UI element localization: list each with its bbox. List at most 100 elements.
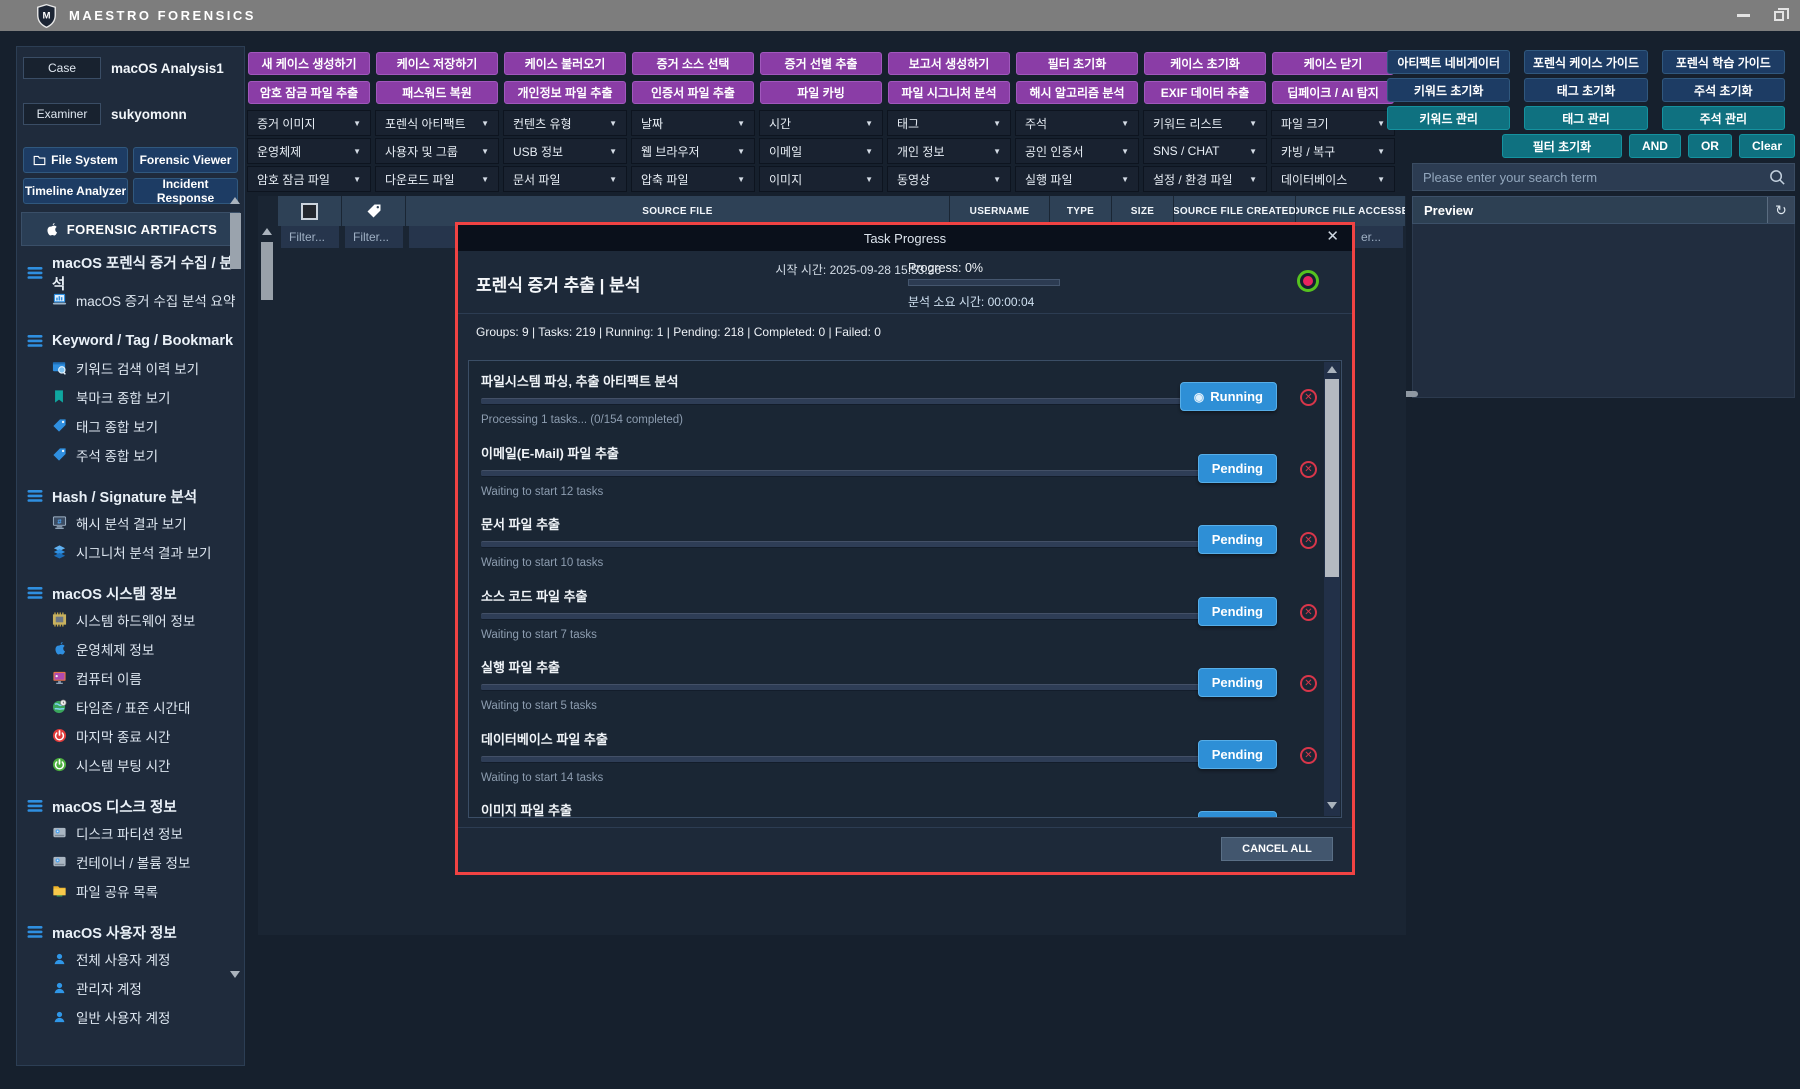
action-button[interactable]: 파일 시그니처 분석 <box>888 81 1010 104</box>
tree-item[interactable]: # 해시 분석 결과 보기 <box>27 508 244 537</box>
cancel-task-icon[interactable]: ✕ <box>1300 604 1317 621</box>
manage-button[interactable]: 키워드 관리 <box>1387 106 1510 130</box>
action-button[interactable]: 새 케이스 생성하기 <box>248 52 370 75</box>
action-button[interactable]: 케이스 닫기 <box>1272 52 1394 75</box>
filter-dropdown[interactable]: 사용자 및 그룹▼ <box>375 138 499 164</box>
tree-item[interactable]: 관리자 계정 <box>27 973 244 1002</box>
forensic-artifacts-header[interactable]: FORENSIC ARTIFACTS <box>21 212 240 246</box>
tree-item[interactable]: 시스템 하드웨어 정보 <box>27 605 244 634</box>
filter-dropdown[interactable]: USB 정보▼ <box>503 138 627 164</box>
guide-button[interactable]: 포렌식 케이스 가이드 <box>1524 50 1647 74</box>
tree-section-header[interactable]: macOS 시스템 정보 <box>27 581 244 605</box>
scroll-down-icon[interactable] <box>230 971 240 978</box>
minimize-icon[interactable] <box>1737 14 1750 17</box>
action-button[interactable]: 증거 선별 추출 <box>760 52 882 75</box>
filter-dropdown[interactable]: 파일 크기▼ <box>1271 110 1395 136</box>
task-list-scrollbar[interactable] <box>1324 362 1340 816</box>
action-button[interactable]: 패스워드 복원 <box>376 81 498 104</box>
tree-item[interactable]: 일반 사용자 계정 <box>27 1002 244 1031</box>
action-button[interactable]: 케이스 불러오기 <box>504 52 626 75</box>
tree-item[interactable]: 전체 사용자 계정 <box>27 944 244 973</box>
tree-item[interactable]: 타임존 / 표준 시간대 <box>27 692 244 721</box>
column-filter-input[interactable]: Filter... <box>281 226 339 248</box>
task-status-button[interactable]: Pending <box>1198 597 1277 626</box>
action-button[interactable]: 파일 카빙 <box>760 81 882 104</box>
manage-button[interactable]: 주석 관리 <box>1662 106 1785 130</box>
tree-item[interactable]: 키워드 검색 이력 보기 <box>27 353 244 382</box>
scroll-down-icon[interactable] <box>1327 802 1337 809</box>
tree-item[interactable]: 컨테이너 / 볼륨 정보 <box>27 847 244 876</box>
cancel-task-icon[interactable]: ✕ <box>1300 461 1317 478</box>
tag-column-header[interactable] <box>342 196 406 226</box>
column-filter-input[interactable]: Filter... <box>345 226 403 248</box>
clear-button[interactable]: Clear <box>1739 134 1795 158</box>
task-status-button[interactable]: Running <box>1180 382 1277 411</box>
action-button[interactable]: EXIF 데이터 추출 <box>1144 81 1266 104</box>
action-button[interactable]: 해시 알고리즘 분석 <box>1016 81 1138 104</box>
scroll-up-icon[interactable] <box>230 197 240 204</box>
action-button[interactable]: 인증서 파일 추출 <box>632 81 754 104</box>
close-icon[interactable]: ✕ <box>1326 227 1339 245</box>
task-status-button[interactable]: Pending <box>1198 454 1277 483</box>
and-button[interactable]: AND <box>1629 134 1681 158</box>
filter-dropdown[interactable]: 컨텐츠 유형▼ <box>503 110 627 136</box>
checkbox-icon[interactable] <box>301 203 318 220</box>
action-button[interactable]: 필터 초기화 <box>1016 52 1138 75</box>
guide-button[interactable]: 포렌식 학습 가이드 <box>1662 50 1785 74</box>
action-button[interactable]: 암호 잠금 파일 추출 <box>248 81 370 104</box>
action-button[interactable]: 보고서 생성하기 <box>888 52 1010 75</box>
task-status-button[interactable]: Pending <box>1198 811 1277 818</box>
incident-response-button[interactable]: Incident Response <box>133 178 238 204</box>
filter-dropdown[interactable]: 키워드 리스트▼ <box>1143 110 1267 136</box>
table-scrollbar[interactable] <box>260 226 274 935</box>
filter-dropdown[interactable]: 시간▼ <box>759 110 883 136</box>
forensic-viewer-button[interactable]: Forensic Viewer <box>133 147 238 173</box>
reset-button[interactable]: 주석 초기화 <box>1662 78 1785 102</box>
tree-item[interactable]: 북마크 종합 보기 <box>27 382 244 411</box>
or-button[interactable]: OR <box>1688 134 1732 158</box>
filter-dropdown[interactable]: 웹 브라우저▼ <box>631 138 755 164</box>
filter-dropdown[interactable]: 카빙 / 복구▼ <box>1271 138 1395 164</box>
filter-dropdown[interactable]: SNS / CHAT▼ <box>1143 138 1267 164</box>
filter-dropdown[interactable]: 날짜▼ <box>631 110 755 136</box>
tree-item[interactable]: 마지막 종료 시간 <box>27 721 244 750</box>
tree-item[interactable]: 시스템 부팅 시간 <box>27 750 244 779</box>
tree-item[interactable]: 시그니처 분석 결과 보기 <box>27 537 244 566</box>
filter-dropdown[interactable]: 증거 이미지▼ <box>247 110 371 136</box>
cancel-task-icon[interactable]: ✕ <box>1300 747 1317 764</box>
guide-button[interactable]: 아티팩트 네비게이터 <box>1387 50 1510 74</box>
task-status-button[interactable]: Pending <box>1198 668 1277 697</box>
search-icon[interactable] <box>1769 169 1786 186</box>
scrollbar-thumb[interactable] <box>230 213 241 269</box>
filter-reset-button[interactable]: 필터 초기화 <box>1502 134 1622 158</box>
filter-dropdown[interactable]: 태그▼ <box>887 110 1011 136</box>
tree-item[interactable]: 파일 공유 목록 <box>27 876 244 905</box>
filter-dropdown[interactable]: 공인 인증서▼ <box>1015 138 1139 164</box>
filter-dropdown[interactable]: 포렌식 아티팩트▼ <box>375 110 499 136</box>
tree-section-header[interactable]: Hash / Signature 분석 <box>27 484 244 508</box>
cancel-task-icon[interactable]: ✕ <box>1300 532 1317 549</box>
tree-item[interactable]: 디스크 파티션 정보 <box>27 818 244 847</box>
filter-dropdown[interactable]: 이메일▼ <box>759 138 883 164</box>
tree-section-header[interactable]: macOS 디스크 정보 <box>27 794 244 818</box>
tree-item[interactable]: 컴퓨터 이름 <box>27 663 244 692</box>
cancel-task-icon[interactable]: ✕ <box>1300 675 1317 692</box>
file-system-button[interactable]: File System <box>23 147 128 173</box>
manage-button[interactable]: 태그 관리 <box>1524 106 1647 130</box>
scroll-up-icon[interactable] <box>1327 366 1337 373</box>
cancel-task-icon[interactable]: ✕ <box>1300 389 1317 406</box>
tree-item[interactable]: 주석 종합 보기 <box>27 440 244 469</box>
action-button[interactable]: 케이스 저장하기 <box>376 52 498 75</box>
cancel-all-button[interactable]: CANCEL ALL <box>1221 837 1333 861</box>
timeline-analyzer-button[interactable]: Timeline Analyzer <box>23 178 128 204</box>
task-status-button[interactable]: Pending <box>1198 525 1277 554</box>
scrollbar-thumb[interactable] <box>1325 379 1339 577</box>
tree-section-header[interactable]: macOS 포렌식 증거 수집 / 분석 <box>27 261 244 285</box>
refresh-icon[interactable]: ↻ <box>1767 197 1794 223</box>
reset-button[interactable]: 키워드 초기화 <box>1387 78 1510 102</box>
reset-button[interactable]: 태그 초기화 <box>1524 78 1647 102</box>
action-button[interactable]: 케이스 초기화 <box>1144 52 1266 75</box>
tree-item[interactable]: 태그 종합 보기 <box>27 411 244 440</box>
tree-section-header[interactable]: macOS 사용자 정보 <box>27 920 244 944</box>
task-status-button[interactable]: Pending <box>1198 740 1277 769</box>
